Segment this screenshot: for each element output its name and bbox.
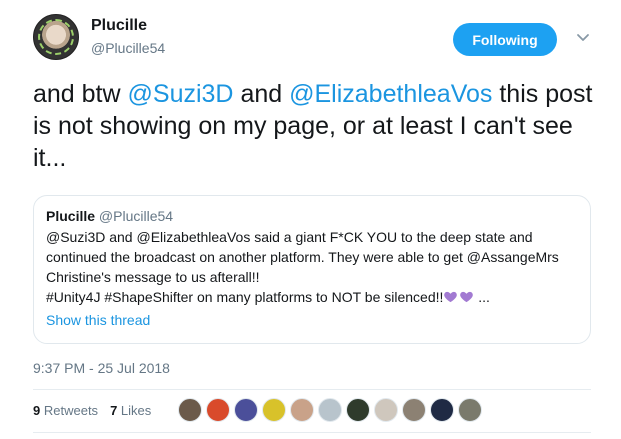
quoted-ellipsis: ... (474, 289, 490, 305)
liker-avatar-10[interactable] (430, 398, 454, 422)
quoted-line: #Unity4J #ShapeShifter on many platforms… (46, 287, 578, 307)
liker-avatar-9[interactable] (402, 398, 426, 422)
purple-heart-icon (460, 291, 474, 303)
quoted-user-handle: @Plucille54 (98, 208, 174, 224)
tweet-text-part: and (233, 80, 290, 108)
mention-link[interactable]: @ElizabethleaVos (289, 80, 492, 108)
liker-avatar-5[interactable] (290, 398, 314, 422)
liker-avatar-7[interactable] (346, 398, 370, 422)
liker-avatar-3[interactable] (234, 398, 258, 422)
quoted-tweet-body: @Suzi3D and @ElizabethleaVos said a gian… (46, 227, 578, 307)
liker-avatar-2[interactable] (206, 398, 230, 422)
liker-avatar-6[interactable] (318, 398, 342, 422)
divider (33, 432, 591, 433)
retweets-count: 9 (33, 403, 41, 418)
quoted-tweet[interactable]: Plucille @Plucille54 @Suzi3D and @Elizab… (33, 195, 591, 344)
tweet-text-part: and btw (33, 80, 128, 108)
liker-avatar-1[interactable] (178, 398, 202, 422)
likes-label: Likes (120, 403, 152, 418)
quoted-line: continued the broadcast on another platf… (46, 249, 559, 265)
likes-stat[interactable]: 7 Likes (110, 403, 151, 418)
purple-hearts (443, 289, 474, 304)
quoted-tweet-header: Plucille @Plucille54 (46, 207, 578, 225)
avatar[interactable] (33, 14, 79, 60)
avatar-ring (38, 19, 74, 55)
quoted-line: Christine's message to us afterall!! (46, 269, 260, 285)
chevron-down-icon[interactable] (575, 29, 591, 45)
purple-heart-icon (444, 291, 458, 303)
retweets-stat[interactable]: 9 Retweets (33, 403, 98, 418)
retweets-label: Retweets (43, 403, 99, 418)
following-button[interactable]: Following (453, 23, 557, 56)
tweet-text: and btw @Suzi3D and @ElizabethleaVos thi… (33, 78, 598, 174)
user-name[interactable]: Plucille (91, 17, 147, 35)
mention-link[interactable]: @Suzi3D (128, 80, 234, 108)
liker-avatar-4[interactable] (262, 398, 286, 422)
user-handle[interactable]: @Plucille54 (91, 40, 165, 56)
likes-count: 7 (110, 403, 118, 418)
liker-avatar-8[interactable] (374, 398, 398, 422)
quoted-user-name: Plucille (46, 208, 96, 224)
quoted-hashtags: #Unity4J #ShapeShifter on many platforms… (46, 289, 444, 305)
liker-avatar-11[interactable] (458, 398, 482, 422)
quoted-line: @Suzi3D and @ElizabethleaVos said a gian… (46, 229, 533, 245)
tweet-timestamp[interactable]: 9:37 PM - 25 Jul 2018 (33, 360, 170, 376)
liker-avatars (178, 398, 482, 422)
tweet-stats: 9 Retweets 7 Likes (33, 403, 151, 418)
show-thread-link[interactable]: Show this thread (46, 312, 150, 328)
divider (33, 389, 591, 390)
